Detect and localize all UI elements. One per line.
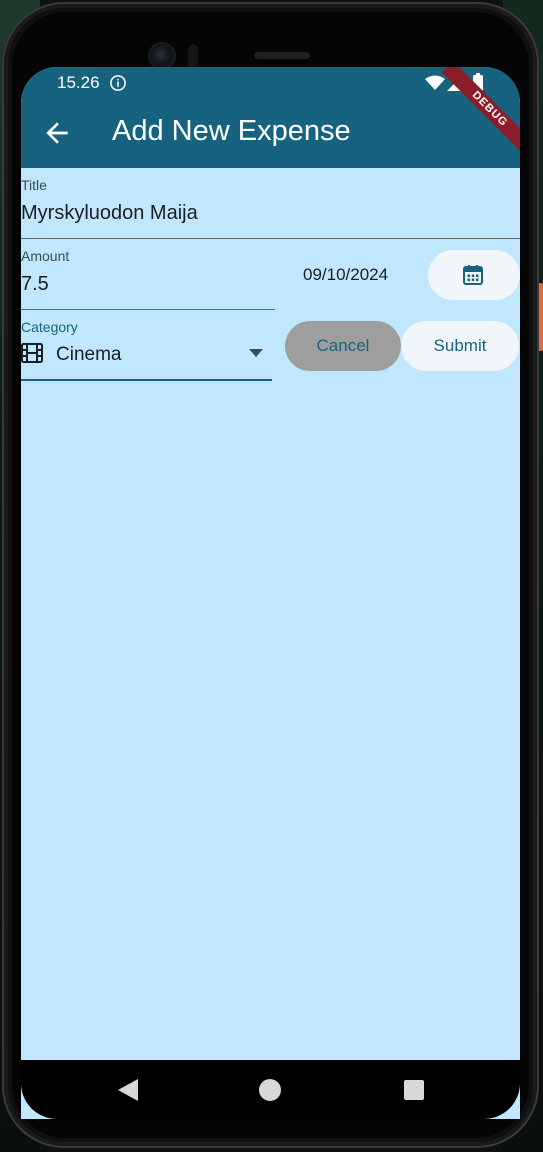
- amount-field-label: Amount: [21, 248, 70, 264]
- chevron-down-icon: [249, 349, 263, 357]
- selected-date: 09/10/2024: [303, 265, 389, 284]
- calendar-icon: [463, 265, 483, 285]
- film-icon: [21, 343, 43, 363]
- title-field-label: Title: [21, 177, 47, 193]
- arrow-left-icon: [46, 122, 68, 144]
- title-field-underline: [21, 238, 520, 239]
- category-field-label: Category: [21, 319, 78, 335]
- nav-back-icon[interactable]: [118, 1079, 138, 1101]
- nav-recents-icon[interactable]: [404, 1080, 424, 1100]
- front-camera: [150, 44, 174, 68]
- category-selected-value: Cinema: [56, 344, 122, 365]
- title-input[interactable]: Myrskyluodon Maija: [21, 202, 198, 225]
- system-nav-bar: [21, 1060, 520, 1119]
- cancel-button-label: Cancel: [316, 336, 370, 355]
- category-field-underline: [21, 379, 272, 381]
- earpiece-speaker: [254, 52, 310, 59]
- app-bar: 15.26 Add New Expense: [21, 67, 520, 168]
- submit-button[interactable]: Submit: [401, 321, 519, 371]
- submit-button-label: Submit: [433, 336, 487, 355]
- app-screen: 15.26 Add New Expense DEBUG Title Myrsky…: [21, 67, 520, 1119]
- nav-home-icon[interactable]: [258, 1078, 282, 1102]
- amount-input[interactable]: 7.5: [21, 273, 49, 296]
- page-title: Add New Expense: [112, 115, 351, 147]
- cancel-button[interactable]: Cancel: [285, 321, 401, 371]
- proximity-sensor: [188, 44, 198, 68]
- info-icon: [110, 75, 126, 91]
- date-picker-button[interactable]: [428, 250, 520, 300]
- wifi-icon: [425, 75, 445, 90]
- back-button[interactable]: [41, 117, 73, 149]
- category-dropdown[interactable]: Cinema: [21, 335, 272, 381]
- status-time: 15.26: [57, 73, 100, 92]
- amount-field-underline: [21, 309, 275, 310]
